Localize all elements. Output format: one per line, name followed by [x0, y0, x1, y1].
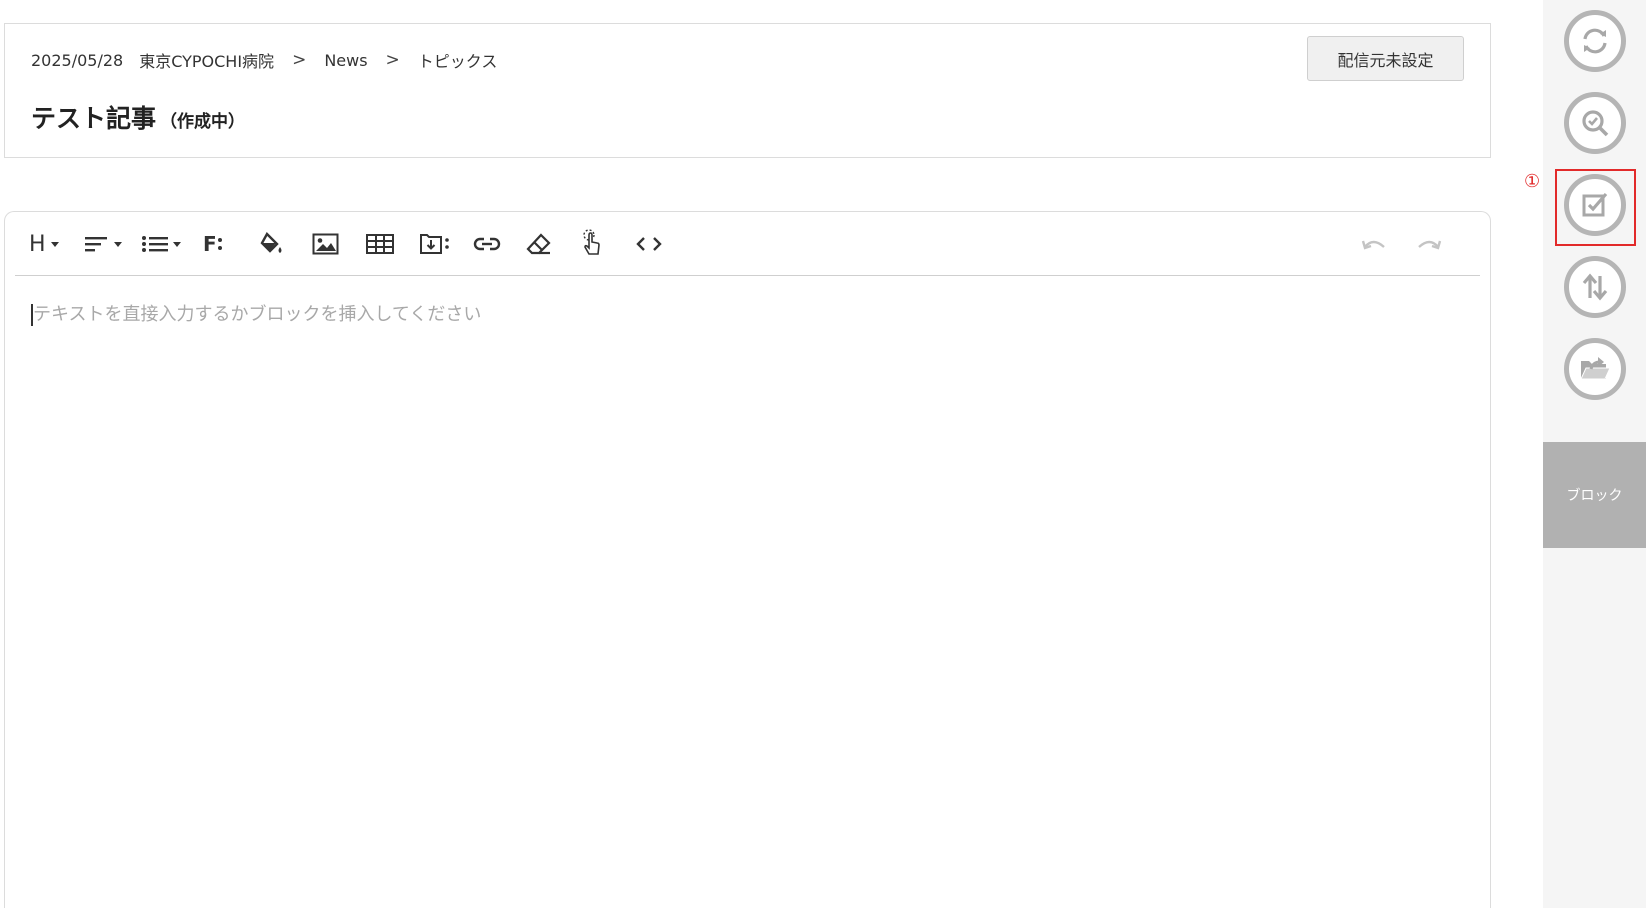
- eraser-icon: [526, 233, 551, 255]
- undo-button[interactable]: [1360, 224, 1388, 264]
- folder-upload-icon: [1580, 357, 1611, 380]
- checkbox-icon: [1582, 192, 1608, 217]
- article-title: テスト記事: [31, 104, 157, 133]
- table-icon: [366, 234, 394, 254]
- sync-icon: [1583, 28, 1607, 54]
- page: 2025/05/28 東京CYPOCHI病院 > News > トピックス テス…: [0, 0, 1646, 908]
- article-date: 2025/05/28: [31, 50, 124, 70]
- breadcrumb-topics[interactable]: トピックス: [418, 48, 498, 72]
- fill-color-button[interactable]: [259, 224, 285, 264]
- code-icon: [636, 237, 662, 251]
- source-setting-button[interactable]: 配信元未設定: [1307, 36, 1464, 81]
- breadcrumb-separator: >: [385, 50, 400, 70]
- editor-placeholder: テキストを直接入力するかブロックを挿入してください: [33, 304, 482, 325]
- pointer-hand-icon: [583, 229, 600, 255]
- sync-button[interactable]: [1564, 10, 1626, 72]
- table-button[interactable]: [366, 224, 394, 264]
- image-button[interactable]: [312, 224, 340, 264]
- editor-card: H F テキストを直接入力するかブロックを挿入してください: [4, 211, 1491, 908]
- list-dropdown[interactable]: [142, 224, 181, 264]
- sort-arrows-icon: [1582, 273, 1608, 301]
- breadcrumb-news[interactable]: News: [324, 51, 367, 70]
- right-sidebar: ブロック: [1543, 0, 1646, 908]
- article-header: 2025/05/28 東京CYPOCHI病院 > News > トピックス テス…: [4, 23, 1491, 158]
- chevron-down-icon: [114, 241, 122, 247]
- heading-icon: H: [29, 231, 46, 257]
- code-button[interactable]: [635, 224, 663, 264]
- insert-block-button[interactable]: [419, 224, 451, 264]
- sort-button[interactable]: [1564, 256, 1626, 318]
- approve-button[interactable]: [1564, 174, 1626, 236]
- redo-button[interactable]: [1415, 224, 1443, 264]
- search-check-icon: [1582, 110, 1609, 137]
- text-align-dropdown[interactable]: [85, 224, 122, 264]
- fill-color-icon: [260, 232, 282, 253]
- click-action-button[interactable]: [581, 224, 603, 264]
- preview-check-button[interactable]: [1564, 92, 1626, 154]
- download-box-icon: [420, 234, 449, 254]
- heading-dropdown[interactable]: H: [29, 224, 59, 264]
- chevron-down-icon: [50, 241, 59, 247]
- link-icon: [473, 237, 501, 251]
- undo-icon: [1361, 240, 1385, 250]
- block-tab[interactable]: ブロック: [1543, 442, 1646, 548]
- image-icon: [312, 233, 339, 255]
- editor-toolbar: H F: [15, 212, 1480, 276]
- dots-vertical-icon: [217, 238, 222, 250]
- breadcrumb: 2025/05/28 東京CYPOCHI病院 > News > トピックス: [31, 48, 497, 72]
- export-folder-button[interactable]: [1564, 338, 1626, 400]
- callout-number: ①: [1524, 171, 1541, 192]
- eraser-button[interactable]: [526, 224, 552, 264]
- font-format-icon: F: [203, 232, 217, 256]
- font-format-button[interactable]: F: [203, 224, 223, 264]
- redo-icon: [1418, 240, 1442, 250]
- article-status: （作成中）: [160, 112, 246, 132]
- breadcrumb-separator: >: [292, 50, 307, 70]
- text-cursor: [31, 304, 33, 326]
- chevron-down-icon: [173, 241, 181, 247]
- editor-content-area[interactable]: テキストを直接入力するかブロックを挿入してください: [31, 302, 1464, 328]
- page-title: テスト記事 （作成中）: [31, 99, 245, 135]
- link-button[interactable]: [473, 224, 501, 264]
- text-align-icon: [85, 237, 107, 252]
- list-icon: [142, 236, 168, 252]
- breadcrumb-hospital[interactable]: 東京CYPOCHI病院: [139, 48, 274, 72]
